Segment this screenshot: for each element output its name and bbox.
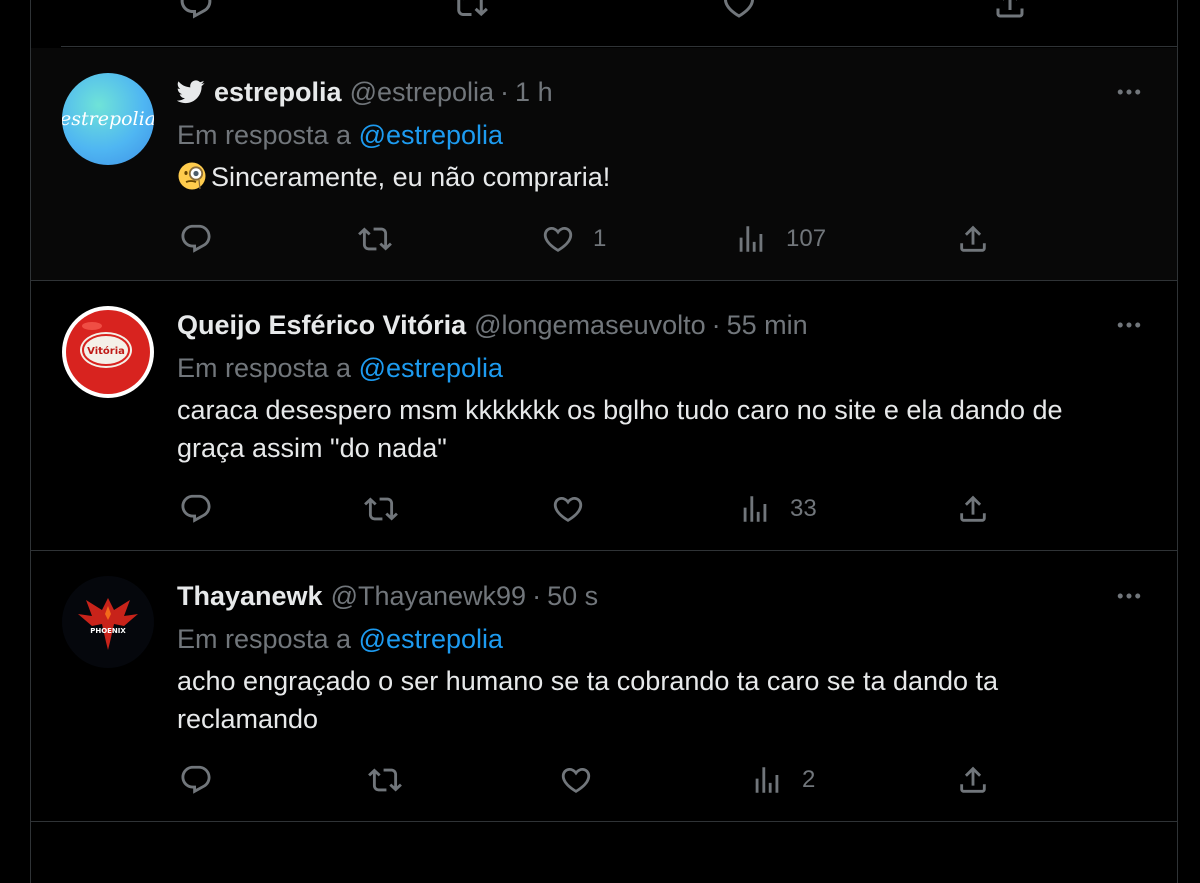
- reply-context: Em resposta a @estrepolia: [177, 350, 1145, 386]
- twitter-bird-icon: [176, 80, 205, 104]
- reply-mention-link[interactable]: @estrepolia: [359, 624, 503, 654]
- reply-icon[interactable]: [178, 0, 214, 22]
- like-icon: [551, 492, 585, 526]
- display-name[interactable]: Thayanewk: [177, 581, 323, 612]
- reply-mention-link[interactable]: @estrepolia: [359, 353, 503, 383]
- views-count: 33: [790, 495, 817, 522]
- cheese-logo: Vitória: [66, 310, 150, 394]
- handle[interactable]: @longemaseuvolto: [474, 310, 706, 341]
- retweet-icon: [364, 492, 398, 526]
- tweet-text: Sinceramente, eu não compraria!: [177, 158, 1145, 196]
- reply-context: Em resposta a @estrepolia: [177, 621, 1145, 657]
- share-icon: [956, 222, 990, 256]
- avatar[interactable]: Vitória: [62, 306, 154, 398]
- divider: [61, 46, 1177, 47]
- tweet[interactable]: estrepolia estrepolia @estrepolia · 1 h …: [31, 48, 1177, 281]
- more-icon[interactable]: [1113, 578, 1145, 614]
- reply-prefix: Em resposta a: [177, 353, 352, 383]
- like-button[interactable]: [551, 491, 585, 527]
- timestamp[interactable]: 1 h: [515, 77, 553, 108]
- reply-icon: [179, 492, 213, 526]
- tweet[interactable]: PHOENIX Thayanewk @Thayanewk99 · 50 s Em…: [31, 551, 1177, 822]
- retweet-icon[interactable]: [452, 0, 488, 22]
- svg-text:estrepolia: estrepolia: [62, 108, 154, 130]
- views-button[interactable]: 33: [738, 491, 817, 527]
- avatar[interactable]: estrepolia: [62, 73, 154, 165]
- share-icon[interactable]: [992, 0, 1028, 22]
- display-name[interactable]: Queijo Esférico Vitória: [177, 310, 466, 341]
- separator-dot: ·: [711, 309, 721, 340]
- tweet[interactable]: Vitória Queijo Esférico Vitória @longema…: [31, 281, 1177, 551]
- reply-prefix: Em resposta a: [177, 120, 352, 150]
- views-icon: [750, 763, 784, 797]
- previous-tweet-actions: [31, 0, 1177, 47]
- reply-context: Em resposta a @estrepolia: [177, 117, 1145, 153]
- share-button[interactable]: [956, 221, 990, 257]
- separator-dot: ·: [532, 580, 542, 611]
- timestamp[interactable]: 50 s: [547, 581, 598, 612]
- share-icon: [956, 492, 990, 526]
- tweet-body: Sinceramente, eu não compraria!: [211, 162, 611, 192]
- views-count: 2: [802, 766, 816, 793]
- tweet-header: estrepolia @estrepolia · 1 h: [176, 74, 1145, 110]
- retweet-button[interactable]: [368, 762, 402, 798]
- timestamp[interactable]: 55 min: [727, 310, 808, 341]
- reply-mention-link[interactable]: @estrepolia: [359, 120, 503, 150]
- like-button[interactable]: [559, 762, 593, 798]
- share-button[interactable]: [956, 491, 990, 527]
- avatar-logo: estrepolia: [62, 108, 154, 130]
- views-icon: [738, 492, 772, 526]
- reply-prefix: Em resposta a: [177, 624, 352, 654]
- phoenix-logo: PHOENIX: [62, 576, 154, 668]
- avatar[interactable]: PHOENIX: [62, 576, 154, 668]
- more-icon[interactable]: [1113, 307, 1145, 343]
- views-icon: [734, 222, 768, 256]
- reply-button[interactable]: [179, 491, 213, 527]
- reply-button[interactable]: [179, 221, 213, 257]
- tweet-header: Queijo Esférico Vitória @longemaseuvolto…: [177, 307, 1145, 343]
- views-button[interactable]: 2: [750, 762, 815, 798]
- retweet-button[interactable]: [358, 221, 392, 257]
- share-icon: [956, 763, 990, 797]
- retweet-icon: [358, 222, 392, 256]
- svg-text:PHOENIX: PHOENIX: [90, 627, 126, 635]
- display-name[interactable]: estrepolia: [214, 77, 342, 108]
- handle[interactable]: @Thayanewk99: [331, 581, 527, 612]
- views-button[interactable]: 107: [734, 221, 826, 257]
- tweet-header: Thayanewk @Thayanewk99 · 50 s: [177, 578, 1145, 614]
- like-icon: [559, 763, 593, 797]
- like-icon: [541, 222, 575, 256]
- views-count: 107: [786, 225, 827, 252]
- reply-icon: [179, 763, 213, 797]
- reply-button[interactable]: [179, 762, 213, 798]
- like-count: 1: [593, 225, 607, 252]
- svg-text:Vitória: Vitória: [87, 345, 125, 357]
- face-with-monocle-icon: [177, 161, 207, 191]
- reply-icon: [179, 222, 213, 256]
- timeline-column: estrepolia estrepolia @estrepolia · 1 h …: [30, 0, 1178, 883]
- tweet-body: acho engraçado o ser humano se ta cobran…: [177, 666, 999, 734]
- handle[interactable]: @estrepolia: [350, 77, 494, 108]
- tweet-body: caraca desespero msm kkkkkkk os bglho tu…: [177, 395, 1063, 463]
- like-icon[interactable]: [721, 0, 757, 22]
- retweet-button[interactable]: [364, 491, 398, 527]
- share-button[interactable]: [956, 762, 990, 798]
- like-button[interactable]: 1: [541, 221, 606, 257]
- more-icon[interactable]: [1113, 74, 1145, 110]
- separator-dot: ·: [500, 76, 510, 107]
- retweet-icon: [368, 763, 402, 797]
